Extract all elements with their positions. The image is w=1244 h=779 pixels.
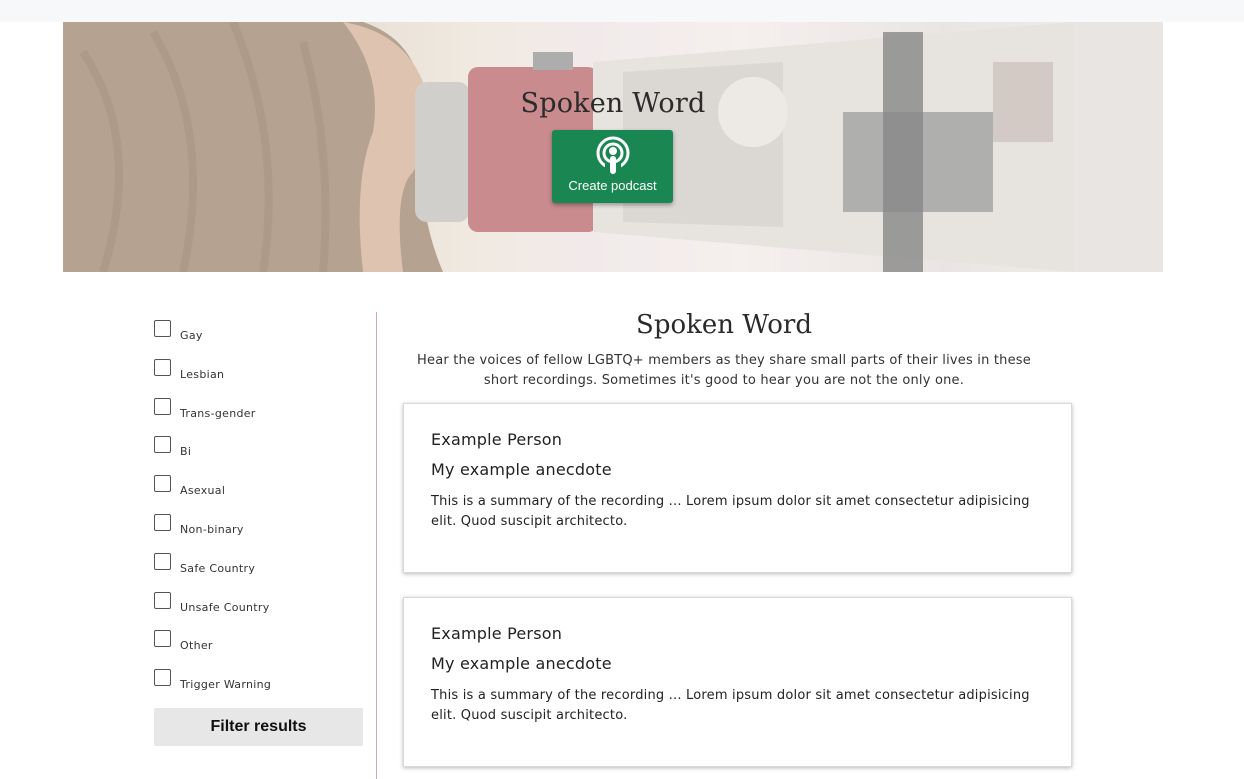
recording-card[interactable]: Example Person My example anecdote This …: [403, 597, 1072, 767]
recording-card[interactable]: Example Person My example anecdote This …: [403, 403, 1072, 573]
filter-gay-label: Gay: [180, 329, 203, 342]
filter-other-checkbox[interactable]: [154, 630, 171, 647]
filter-asexual[interactable]: Asexual: [154, 475, 225, 497]
filter-non-binary-label: Non-binary: [180, 523, 244, 536]
filter-lesbian[interactable]: Lesbian: [154, 359, 224, 381]
filter-other[interactable]: Other: [154, 630, 213, 652]
filter-bi-checkbox[interactable]: [154, 436, 171, 453]
filter-trigger-warning[interactable]: Trigger Warning: [154, 669, 271, 691]
sidebar-divider: [376, 312, 377, 779]
filter-lesbian-label: Lesbian: [180, 368, 225, 381]
recording-summary: This is a summary of the recording ... L…: [431, 688, 1030, 723]
filter-bi[interactable]: Bi: [154, 436, 191, 458]
filter-results-button[interactable]: Filter results: [154, 708, 363, 746]
recording-summary: This is a summary of the recording ... L…: [431, 494, 1030, 529]
hero-title: Spoken Word: [520, 88, 706, 119]
filter-safe-country-label: Safe Country: [180, 562, 256, 575]
filter-safe-country[interactable]: Safe Country: [154, 553, 255, 575]
recording-person: Example Person: [431, 430, 563, 449]
hero-banner: Spoken Word Create podcast: [63, 22, 1163, 272]
filter-safe-country-checkbox[interactable]: [154, 553, 171, 570]
page-description: Hear the voices of fellow LGBTQ+ members…: [417, 353, 1031, 388]
top-bar: [0, 0, 1244, 22]
recording-title: My example anecdote: [431, 460, 612, 479]
filter-trans-gender-checkbox[interactable]: [154, 398, 171, 415]
filter-unsafe-country[interactable]: Unsafe Country: [154, 592, 270, 614]
filter-unsafe-country-checkbox[interactable]: [154, 592, 171, 609]
create-podcast-button[interactable]: Create podcast: [552, 130, 673, 203]
recording-title: My example anecdote: [431, 654, 612, 673]
filter-trans-gender[interactable]: Trans-gender: [154, 398, 256, 420]
filter-non-binary-checkbox[interactable]: [154, 514, 171, 531]
filter-asexual-checkbox[interactable]: [154, 475, 171, 492]
filter-gay-checkbox[interactable]: [154, 320, 171, 337]
create-podcast-label: Create podcast: [568, 178, 657, 193]
filter-non-binary[interactable]: Non-binary: [154, 514, 244, 536]
filter-trans-gender-label: Trans-gender: [180, 407, 256, 420]
filter-asexual-label: Asexual: [180, 484, 226, 497]
filter-lesbian-checkbox[interactable]: [154, 359, 171, 376]
filter-gay[interactable]: Gay: [154, 320, 203, 342]
filter-bi-label: Bi: [180, 445, 192, 458]
page-title: Spoken Word: [636, 310, 812, 340]
filter-other-label: Other: [180, 639, 213, 652]
filter-unsafe-country-label: Unsafe Country: [180, 601, 270, 614]
filter-trigger-warning-checkbox[interactable]: [154, 669, 171, 686]
podcast-icon: [596, 136, 629, 176]
recording-person: Example Person: [431, 624, 563, 643]
filter-trigger-warning-label: Trigger Warning: [180, 678, 272, 691]
